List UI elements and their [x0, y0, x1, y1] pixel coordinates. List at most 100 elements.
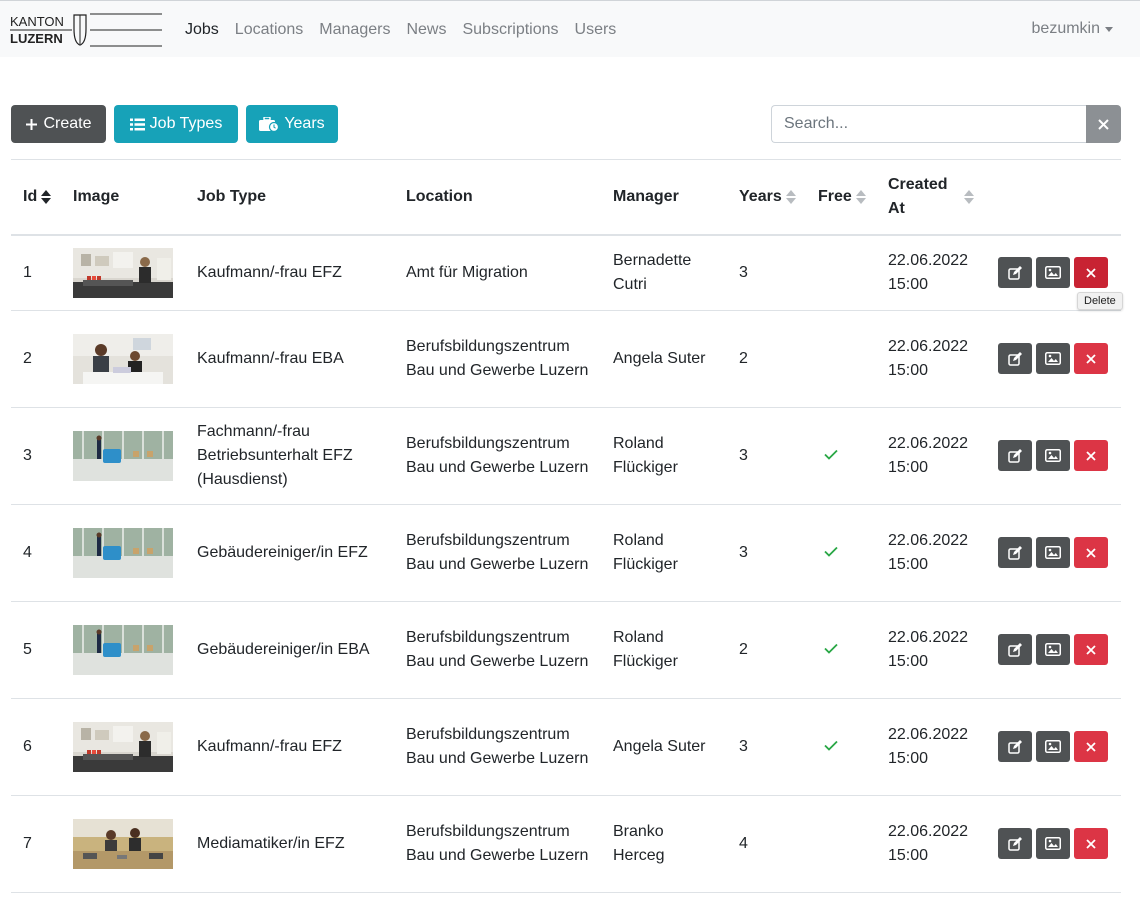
- cell-id: 6: [11, 698, 61, 796]
- image-button[interactable]: [1036, 731, 1070, 762]
- cell-free: [806, 601, 876, 699]
- cell-image: [61, 795, 185, 893]
- header-years[interactable]: Years: [727, 159, 806, 236]
- delete-button[interactable]: [1074, 731, 1108, 762]
- edit-icon: [1008, 351, 1022, 366]
- delete-button[interactable]: [1074, 537, 1108, 568]
- edit-button[interactable]: [998, 537, 1032, 568]
- edit-button[interactable]: [998, 634, 1032, 665]
- cell-location: Berufsbildungszentrum Bau und Gewerbe Lu…: [394, 504, 601, 602]
- cell-job-type: Kaufmann/-frau EFZ: [185, 234, 394, 311]
- cell-manager: Roland Flückiger: [601, 407, 727, 505]
- image-button[interactable]: [1036, 537, 1070, 568]
- cell-manager: Roland Flückiger: [601, 504, 727, 602]
- cell-created-at: 22.06.2022 15:00: [876, 310, 986, 408]
- edit-button[interactable]: [998, 731, 1032, 762]
- header-job-type: Job Type: [185, 159, 394, 236]
- jobs-table: Id Image Job Type Location Manager Years…: [11, 159, 1121, 893]
- years-button[interactable]: Years: [246, 105, 338, 143]
- close-icon: [1086, 267, 1096, 278]
- delete-button[interactable]: [1074, 634, 1108, 665]
- edit-icon: [1008, 448, 1022, 463]
- cell-image: [61, 310, 185, 408]
- nav-jobs[interactable]: Jobs: [185, 21, 219, 39]
- cell-location: Berufsbildungszentrum Bau und Gewerbe Lu…: [394, 795, 601, 893]
- image-button[interactable]: [1036, 440, 1070, 471]
- delete-tooltip: Delete: [1077, 292, 1123, 310]
- nav-locations[interactable]: Locations: [235, 21, 304, 39]
- table-row: 3 Fachmann/-frau Betriebsunterhalt EFZ (H…: [11, 407, 1121, 505]
- cell-job-type: Mediamatiker/in EFZ: [185, 795, 394, 893]
- cell-id: 7: [11, 795, 61, 893]
- cell-image: [61, 601, 185, 699]
- check-icon: [824, 546, 838, 557]
- close-icon: [1098, 118, 1109, 130]
- header-free[interactable]: Free: [806, 159, 876, 236]
- cell-free: [806, 310, 876, 408]
- delete-button[interactable]: [1074, 343, 1108, 374]
- cell-free: [806, 504, 876, 602]
- cell-image: [61, 407, 185, 505]
- cell-id: 4: [11, 504, 61, 602]
- cell-image: [61, 504, 185, 602]
- cell-free: [806, 698, 876, 796]
- image-button[interactable]: [1036, 634, 1070, 665]
- image-button[interactable]: [1036, 257, 1070, 288]
- edit-icon: [1008, 265, 1022, 280]
- search-group: [771, 105, 1121, 143]
- delete-button[interactable]: [1074, 440, 1108, 471]
- image-icon: [1045, 740, 1061, 753]
- cell-job-type: Gebäudereiniger/in EFZ: [185, 504, 394, 602]
- jobs-table-container: Id Image Job Type Location Manager Years…: [11, 159, 1121, 893]
- edit-icon: [1008, 836, 1022, 851]
- sort-asc-icon: [41, 189, 52, 204]
- cell-years: 4: [727, 795, 806, 893]
- job-types-label: Job Types: [149, 115, 223, 132]
- cell-id: 3: [11, 407, 61, 505]
- nav-managers[interactable]: Managers: [319, 21, 390, 39]
- nav-users[interactable]: Users: [575, 21, 617, 39]
- job-thumbnail: [73, 527, 173, 578]
- cell-job-type: Kaufmann/-frau EFZ: [185, 698, 394, 796]
- check-icon: [824, 449, 838, 460]
- delete-button[interactable]: [1074, 828, 1108, 859]
- clear-search-button[interactable]: [1086, 105, 1121, 143]
- nav-subscriptions[interactable]: Subscriptions: [462, 21, 558, 39]
- cell-actions: [986, 310, 1121, 408]
- check-icon: [824, 740, 838, 751]
- sort-icon: [964, 189, 974, 204]
- table-row: 1 Kaufmann/-frau EFZ Amt für Migration Bern…: [11, 234, 1121, 311]
- briefcase-clock-icon: [259, 116, 280, 132]
- edit-button[interactable]: [998, 257, 1032, 288]
- kanton-luzern-logo[interactable]: KANTON LUZERN: [10, 13, 162, 47]
- cell-manager: Angela Suter: [601, 310, 727, 408]
- header-id[interactable]: Id: [11, 159, 61, 236]
- cell-location: Amt für Migration: [394, 234, 601, 311]
- image-icon: [1045, 266, 1061, 279]
- table-row: 4 Gebäudereiniger/in EFZ Berufsbildungszen…: [11, 504, 1121, 602]
- cell-years: 3: [727, 698, 806, 796]
- user-menu-dropdown[interactable]: bezumkin: [1032, 20, 1113, 38]
- job-thumbnail: [73, 333, 173, 384]
- edit-button[interactable]: [998, 343, 1032, 374]
- cell-job-type: Kaufmann/-frau EBA: [185, 310, 394, 408]
- header-created-at[interactable]: Created At: [876, 159, 986, 236]
- image-button[interactable]: [1036, 828, 1070, 859]
- delete-button[interactable]: [1074, 257, 1108, 288]
- create-button[interactable]: Create: [11, 105, 106, 143]
- edit-icon: [1008, 545, 1022, 560]
- cell-actions: [986, 698, 1121, 796]
- cell-job-type: Gebäudereiniger/in EBA: [185, 601, 394, 699]
- cell-actions: [986, 504, 1121, 602]
- cell-manager: Angela Suter: [601, 698, 727, 796]
- edit-button[interactable]: [998, 440, 1032, 471]
- header-image: Image: [61, 159, 185, 236]
- edit-button[interactable]: [998, 828, 1032, 859]
- nav-news[interactable]: News: [406, 21, 446, 39]
- header-location: Location: [394, 159, 601, 236]
- image-icon: [1045, 546, 1061, 559]
- job-types-button[interactable]: Job Types: [114, 105, 238, 143]
- search-input[interactable]: [771, 105, 1086, 143]
- image-button[interactable]: [1036, 343, 1070, 374]
- header-manager: Manager: [601, 159, 727, 236]
